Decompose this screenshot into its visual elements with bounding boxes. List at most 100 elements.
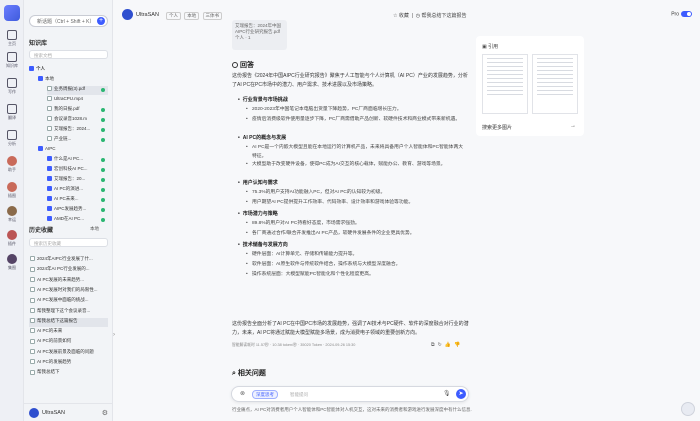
tree-item[interactable]: AI PC的演进... — [47, 186, 108, 195]
checkbox[interactable] — [30, 318, 35, 324]
assistant-float-icon[interactable] — [681, 402, 695, 416]
checkbox[interactable] — [47, 166, 52, 172]
checkbox[interactable] — [47, 176, 52, 182]
checkbox[interactable] — [30, 287, 35, 293]
checkbox[interactable] — [29, 66, 34, 72]
checkbox[interactable] — [30, 307, 35, 313]
status-dot-icon — [101, 198, 105, 202]
tree-item[interactable]: AI PC未来... — [47, 196, 108, 205]
history-search-input[interactable]: 搜索历史收藏 — [29, 238, 108, 247]
rail-item-assistant[interactable]: 助手 — [0, 156, 24, 173]
checkbox[interactable] — [47, 216, 52, 222]
rail-item-translate[interactable]: 翻译 — [0, 104, 24, 121]
tree-item[interactable]: AIPC发展趋势... — [47, 206, 108, 215]
checkbox[interactable] — [30, 369, 35, 375]
rail-item-illustrate[interactable]: 插图 — [0, 182, 24, 199]
collapse-arrow-icon[interactable]: › — [113, 332, 115, 338]
tree-item[interactable]: 业务周报(3).pdf — [47, 86, 108, 95]
checkbox[interactable] — [47, 126, 52, 132]
checkbox[interactable] — [30, 349, 35, 354]
send-button[interactable]: ➤ — [456, 389, 466, 399]
checkbox[interactable] — [38, 76, 43, 82]
deep-think-toggle[interactable]: 深度思考 — [252, 390, 278, 399]
thumb-down-icon[interactable]: 👎 — [454, 342, 463, 348]
checkbox[interactable] — [47, 186, 52, 192]
tree-item[interactable]: 会议录音1028.m — [47, 116, 108, 125]
history-item[interactable]: AI PC发展中面临的挑战... — [29, 297, 108, 306]
checkbox[interactable] — [30, 328, 35, 334]
checkbox[interactable] — [47, 116, 52, 122]
tag-local[interactable]: 本地 — [184, 12, 200, 20]
history-item[interactable]: AI PC的未来 — [29, 328, 108, 337]
history-item[interactable]: 帮我总结下这篇报告 — [29, 317, 108, 327]
tree-item[interactable]: 产业链... — [47, 136, 108, 145]
checkbox[interactable] — [30, 276, 35, 282]
pro-toggle[interactable]: Pro — [671, 11, 692, 17]
history-item[interactable]: 2024年AIPC行业发展了什... — [29, 256, 108, 265]
book-icon — [7, 52, 17, 62]
history-item[interactable]: AI PC的前景如何 — [29, 338, 108, 347]
tag-personal[interactable]: 个人 — [166, 12, 181, 20]
status-dot-icon — [101, 168, 105, 172]
rail-item-home[interactable]: 主页 — [0, 30, 24, 47]
tree-item[interactable]: 什么是AI PC... — [47, 156, 108, 165]
checkbox[interactable] — [47, 106, 52, 112]
toggle-switch[interactable] — [681, 11, 692, 17]
tag-book[interactable]: 三体书 — [202, 12, 223, 20]
tree-item[interactable]: 个人 — [29, 66, 108, 75]
checkbox[interactable] — [30, 297, 35, 303]
tree-item[interactable]: 宏创科技AI PC... — [47, 166, 108, 175]
tree-item[interactable]: AMD在AI PC... — [47, 216, 108, 225]
rail-item-kb[interactable]: 知识库 — [0, 52, 24, 69]
avatar[interactable] — [29, 408, 39, 418]
checkbox[interactable] — [30, 256, 35, 262]
history-item[interactable]: AI PC发展前景及面临的问题 — [29, 349, 108, 358]
tree-item[interactable]: 我的日报.pdf — [47, 106, 108, 115]
checkbox[interactable] — [47, 86, 52, 92]
history-filter[interactable]: 本地 — [90, 226, 99, 232]
rail-item-write[interactable]: 写作 — [0, 78, 24, 95]
checkbox[interactable] — [47, 136, 52, 142]
checkbox[interactable] — [47, 96, 52, 102]
refresh-icon[interactable]: ↻ — [438, 342, 445, 348]
mic-icon[interactable]: 🎙 — [443, 390, 451, 397]
history-item[interactable]: AI PC的发展趋势 — [29, 359, 108, 368]
rail-item-gallery[interactable]: 集图 — [0, 254, 24, 271]
arrow-right-icon[interactable]: → — [570, 123, 576, 129]
doc-thumbnail[interactable] — [532, 54, 578, 114]
rail-item-plugin[interactable]: 插件 — [0, 230, 24, 247]
checkbox[interactable] — [30, 359, 35, 365]
reference-card[interactable]: 艾瑞报告：2024年中国AIPC行业研究报告.pdf 个人 · 1 — [232, 20, 287, 50]
rail-item-analysis[interactable]: 分析 — [0, 130, 24, 147]
tree-item[interactable]: 艾瑞报告：20... — [47, 176, 108, 185]
copy-icon[interactable]: ⧉ — [431, 342, 438, 348]
tree-item[interactable]: 艾瑞报告：2024... — [47, 126, 108, 135]
checkbox[interactable] — [47, 196, 52, 202]
close-icon[interactable]: ⊗ — [240, 390, 245, 397]
new-chat-button[interactable]: 新话题（Ctrl + Shift + K） + — [29, 15, 108, 27]
tree-item[interactable]: 本地 — [38, 76, 108, 85]
tree-item[interactable]: AIPC — [38, 146, 108, 155]
thumb-up-icon[interactable]: 👍 — [445, 342, 454, 348]
checkbox[interactable] — [38, 146, 43, 152]
history-item[interactable]: AI PC发展的未来趋势... — [29, 277, 108, 286]
history-item[interactable]: 2024年AI PC行业发展的... — [29, 266, 108, 275]
chat-input[interactable]: 智能提问 — [290, 392, 308, 398]
rail-item-lucky[interactable]: 幸运 — [0, 206, 24, 223]
history-item[interactable]: 帮我整理下这个会议录音... — [29, 308, 108, 317]
doc-thumbnail[interactable] — [482, 54, 528, 114]
history-item[interactable]: AI PC发展时对我们的局限性... — [29, 287, 108, 296]
gear-icon[interactable]: ⚙ — [102, 409, 108, 417]
checkbox[interactable] — [30, 266, 35, 272]
more-images-link[interactable]: 搜索更多图片 — [482, 124, 512, 131]
related-question[interactable]: 行业痛点，AI PC对消费者用户个人智能体和PC智能体对人机交互，这对未来的消费… — [232, 407, 472, 413]
kb-search-input[interactable]: 搜索文档 — [29, 50, 108, 59]
section-item: 软件层面：AI原生软件与传统软件结合，操作系统与大模型深度融合。 — [246, 261, 467, 270]
checkbox[interactable] — [30, 338, 35, 344]
checkbox[interactable] — [47, 206, 52, 212]
section-item: 2020-2023年中国笔记本电脑出货量下降趋势，PC厂商面临增长压力。 — [246, 106, 467, 115]
checkbox[interactable] — [47, 156, 52, 162]
history-item[interactable]: 帮我总结下 — [29, 369, 108, 378]
topbar-tags: 个人 本地 三体书 — [166, 12, 224, 20]
tree-item[interactable]: UltraCPU.mp4 — [47, 96, 108, 105]
